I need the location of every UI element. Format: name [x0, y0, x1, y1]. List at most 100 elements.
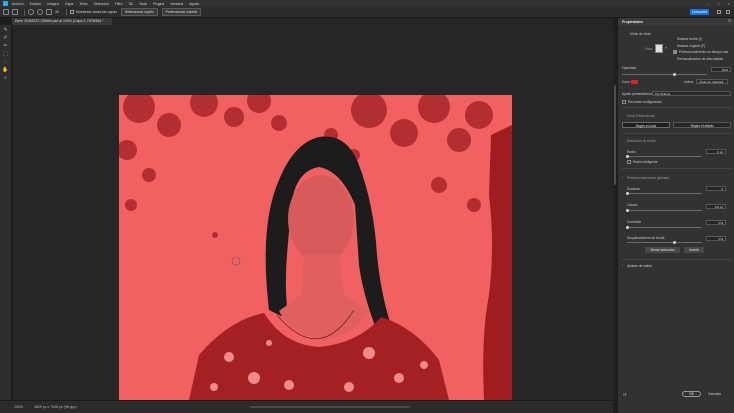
divider [622, 168, 731, 169]
brush-tool-icon[interactable]: ✏ [3, 44, 9, 49]
document-image[interactable] [119, 95, 512, 400]
menu-vista[interactable]: Vista [139, 2, 147, 6]
menu-imagen[interactable]: Imagen [47, 2, 59, 6]
object-selection-icon[interactable]: ⬚ [3, 52, 9, 57]
status-bar: 100% 4629 px x 7448 px (96 ppp) [0, 400, 613, 413]
brush-size-icon[interactable] [46, 9, 52, 15]
cancel-button[interactable]: Cancelar [708, 392, 721, 396]
indicates-label: Indica: [684, 80, 694, 84]
menu-plugins[interactable]: Plugins [153, 2, 164, 6]
contrast-label: Contraste [627, 220, 642, 224]
radius-field[interactable]: 0 px [706, 149, 726, 154]
mode-object-button[interactable]: Según el objeto [673, 122, 731, 128]
vertical-scroll-thumb[interactable] [614, 85, 616, 185]
add-mode-icon[interactable] [28, 9, 34, 15]
menu-ayuda[interactable]: Ayuda [189, 2, 199, 6]
mode-color-button[interactable]: Según el color [622, 122, 670, 128]
invert-button[interactable]: Invertir [684, 247, 704, 253]
output-settings-chevron-icon[interactable]: › [622, 263, 623, 267]
global-refinements-chevron-icon[interactable]: › [622, 175, 623, 179]
minimize-button[interactable]: – [707, 1, 709, 6]
color-label: Color [622, 80, 630, 84]
opacity-slider-track[interactable] [622, 74, 707, 75]
share-button[interactable]: Compartir [690, 9, 709, 15]
menu-texto[interactable]: Texto [79, 2, 87, 6]
menu-filtro[interactable]: Filtro [115, 2, 123, 6]
view-dropdown-icon[interactable]: ▾ [665, 46, 667, 50]
panel-menu-icon[interactable]: ≡ [728, 18, 731, 24]
brush-preset-icon[interactable] [12, 9, 18, 15]
clear-selection-button[interactable]: Borrar selección [645, 247, 680, 253]
real-time-label: Perfeccionamiento en tiempo real [679, 50, 729, 54]
shift-edge-field[interactable]: 0% [706, 236, 726, 241]
preset-label: Ajuste preestablecido: [622, 92, 655, 96]
global-refinements-label[interactable]: Perfeccionamientos globales [627, 176, 669, 180]
smooth-field[interactable]: 0 [706, 186, 726, 191]
color-swatch[interactable] [631, 80, 638, 84]
window-controls: – □ × [707, 1, 730, 6]
select-subject-button[interactable]: Seleccionar sujeto [120, 8, 158, 16]
view-thumbnail[interactable] [655, 44, 663, 53]
radius-label: Radio [627, 150, 636, 154]
smooth-label: Suavizar [627, 187, 640, 191]
show-edge-label[interactable]: Mostrar borde (J) [677, 37, 702, 41]
remember-settings-checkbox[interactable] [622, 100, 626, 104]
quick-selection-tool-icon[interactable]: ✎ [3, 28, 9, 33]
workspace-icons [717, 10, 730, 14]
divider [622, 133, 731, 134]
reset-icon[interactable]: ↺ [623, 392, 626, 397]
menu-edicion[interactable]: Edición [30, 2, 41, 6]
show-original-label[interactable]: Mostrar original (P) [677, 44, 705, 48]
zoom-level[interactable]: 100% [14, 405, 23, 409]
divider [622, 107, 731, 108]
preset-select[interactable]: Por defecto [652, 91, 731, 96]
contrast-slider-track[interactable] [627, 227, 702, 228]
photoshop-logo-icon[interactable] [3, 1, 8, 6]
radius-slider-knob[interactable] [626, 155, 629, 158]
divider [24, 8, 25, 16]
smooth-slider-knob[interactable] [626, 192, 629, 195]
indicates-select[interactable]: Áreas de máscara [696, 79, 728, 84]
menu-3d[interactable]: 3D [129, 2, 133, 6]
smooth-slider-track[interactable] [627, 193, 702, 194]
horizontal-scrollbar[interactable] [250, 406, 410, 408]
contrast-slider-knob[interactable] [626, 226, 629, 229]
hand-tool-icon[interactable]: ✋ [2, 68, 8, 73]
output-settings-label[interactable]: Ajustes de salida [627, 264, 652, 268]
menu-ventana[interactable]: Ventana [170, 2, 183, 6]
sample-all-layers-checkbox[interactable] [69, 10, 74, 14]
search-icon[interactable] [717, 10, 721, 14]
canvas-area[interactable] [13, 25, 613, 400]
feather-field[interactable]: 0,0 px [706, 204, 726, 209]
opacity-slider-knob[interactable] [673, 73, 676, 76]
subtract-mode-icon[interactable] [37, 9, 43, 15]
contrast-field[interactable]: 0% [706, 220, 726, 225]
refine-edge-brush-icon[interactable]: ✐ [3, 36, 9, 41]
menu-archivo[interactable]: Archivo [12, 2, 24, 6]
real-time-checkbox[interactable] [673, 50, 677, 54]
hq-preview-label[interactable]: Previsualización de alta calidad [677, 57, 723, 61]
shift-edge-slider-knob[interactable] [673, 241, 676, 244]
workspace-icon[interactable] [726, 10, 730, 14]
refine-hair-button[interactable]: Perfeccionar cabello [161, 8, 202, 16]
feather-slider-track[interactable] [627, 210, 702, 211]
smart-radius-checkbox[interactable] [627, 160, 631, 164]
shift-edge-slider-track[interactable] [627, 242, 702, 243]
document-info[interactable]: 4629 px x 7448 px (96 ppp) [34, 405, 77, 409]
panel-title: Propiedades [622, 19, 644, 24]
radius-slider-track[interactable] [627, 156, 702, 157]
feather-slider-knob[interactable] [626, 209, 629, 212]
zoom-tool-icon[interactable]: ⌕ [3, 76, 9, 81]
ok-button[interactable]: OK [682, 391, 701, 397]
properties-tab[interactable]: Propiedades ≡ [618, 18, 734, 25]
close-button[interactable]: × [728, 1, 730, 6]
menu-capa[interactable]: Capa [65, 2, 73, 6]
opacity-label: Opacidad [622, 66, 637, 70]
menu-seleccion[interactable]: Selección [94, 2, 109, 6]
maximize-button[interactable]: □ [717, 1, 719, 6]
brush-tool-icon[interactable] [3, 9, 9, 15]
opacity-field[interactable]: 50% [711, 67, 731, 72]
brush-size-value[interactable]: 30 [55, 10, 59, 14]
document-tab[interactable]: Ejem 11062022 1356ith.psd al 100% (Capa … [12, 18, 112, 25]
lasso-tool-icon[interactable]: ◌ [3, 60, 9, 65]
